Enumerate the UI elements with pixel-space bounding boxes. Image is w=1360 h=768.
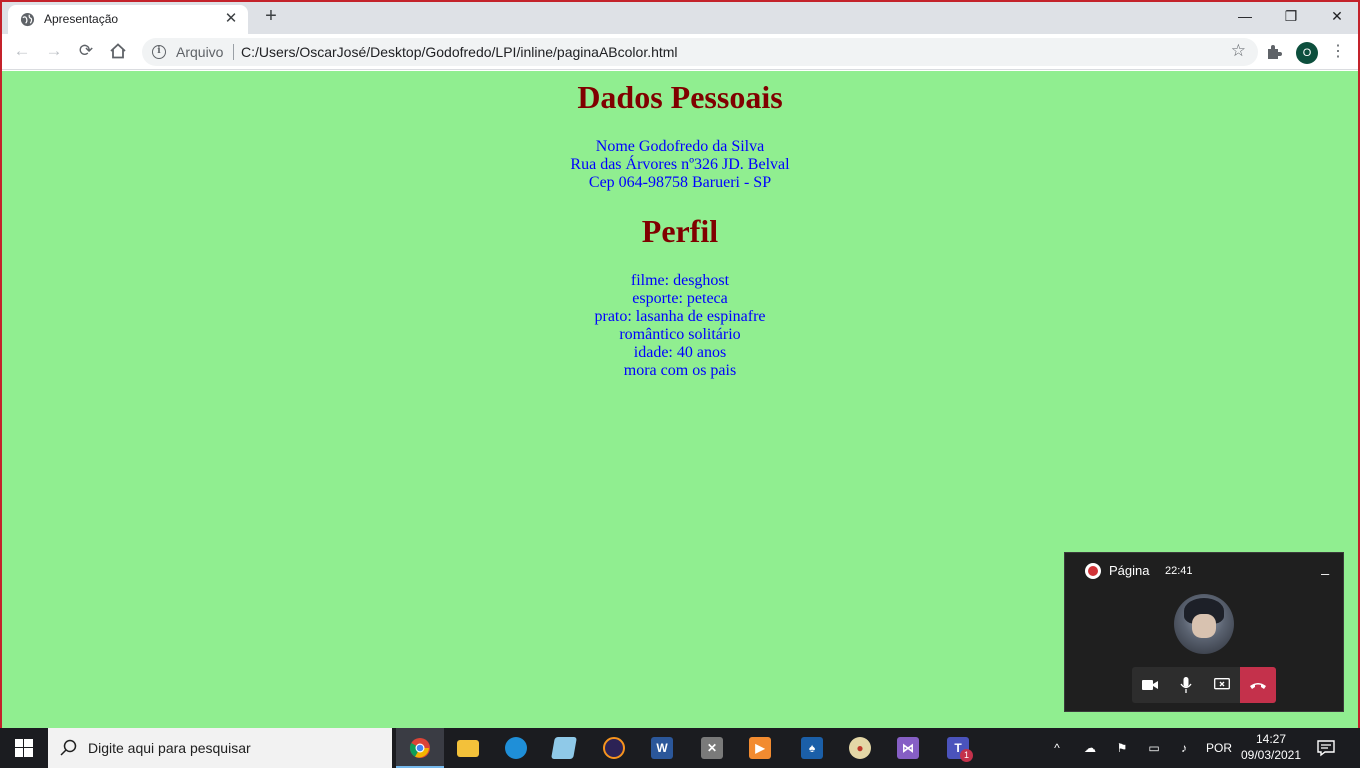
extensions-puzzle-icon[interactable] [1264,42,1284,62]
windows-logo-icon [15,739,33,757]
taskbar-word[interactable]: W [638,728,686,768]
onedrive-icon[interactable]: ☁ [1078,728,1102,768]
play-icon: ▶ [749,737,771,759]
palette-icon: ● [849,737,871,759]
volume-icon[interactable]: ♪ [1172,728,1196,768]
taskbar-eclipse[interactable] [590,728,638,768]
recording-icon [1085,563,1101,579]
taskbar-media-player[interactable]: ▶ [736,728,784,768]
reload-button[interactable]: ⟳ [72,37,100,65]
taskbar-file-explorer[interactable] [444,728,492,768]
start-button[interactable] [0,728,48,768]
system-clock[interactable]: 14:27 09/03/2021 [1240,731,1302,763]
taskbar-tools[interactable]: ✕ [688,728,736,768]
restore-button[interactable]: ❐ [1268,2,1314,32]
hang-up-button[interactable] [1240,667,1276,703]
tab-apresentacao[interactable]: Apresentação ✕ [8,5,248,34]
show-hidden-icons[interactable]: ^ [1046,728,1068,768]
folder-icon [457,740,479,757]
profile-item: idade: 40 anos [633,344,727,361]
eclipse-icon [603,737,625,759]
share-screen-button[interactable] [1204,667,1240,703]
security-label: Arquivo [176,44,224,60]
omnibox-separator [233,44,234,60]
camera-button[interactable] [1132,667,1168,703]
back-button[interactable]: ← [8,37,36,65]
visual-studio-icon: ⋈ [897,737,919,759]
forward-button[interactable]: → [40,37,68,65]
meeting-elapsed-time: 22:41 [1165,565,1193,577]
stop-share-icon [1214,678,1230,690]
taskbar-solitaire[interactable]: ♠ [788,728,836,768]
personal-name: Nome Godofredo da Silva [595,138,765,155]
meeting-title: Página [1109,563,1150,578]
notepad-icon [551,737,577,759]
network-icon[interactable]: ⚑ [1110,728,1134,768]
cards-icon: ♠ [801,737,823,759]
meeting-mini-window[interactable]: Página 22:41 _ [1064,552,1344,712]
profile-item: filme: desghost [630,272,730,289]
home-button[interactable] [104,37,132,65]
new-tab-button[interactable]: + [260,6,282,28]
search-placeholder: Digite aqui para pesquisar [88,740,251,756]
profile-item: romântico solitário [619,326,741,343]
info-icon[interactable]: i [152,45,166,59]
phone-hangup-icon [1250,683,1266,689]
profile-item: prato: lasanha de espinafre [594,308,766,325]
globe-icon [20,12,35,27]
participant-avatar [1174,594,1234,654]
tools-icon: ✕ [701,737,723,759]
language-indicator[interactable]: POR [1204,728,1234,768]
bookmark-star-icon[interactable]: ☆ [1231,41,1246,61]
url-text[interactable]: C:/Users/OscarJosé/Desktop/Godofredo/LPI… [241,44,678,60]
profile-item: mora com os pais [623,362,737,379]
clock-date: 09/03/2021 [1240,748,1302,762]
browser-toolbar: ← → ⟳ i Arquivo C:/Users/OscarJosé/Deskt… [2,34,1358,70]
avatar-face [1192,614,1216,638]
address-bar[interactable]: i Arquivo C:/Users/OscarJosé/Desktop/God… [142,38,1258,66]
edge-icon [505,737,527,759]
taskbar-teams[interactable]: T 1 [934,728,982,768]
profile-avatar[interactable]: O [1296,42,1318,64]
notification-icon[interactable] [1316,738,1336,758]
profile-item: esporte: peteca [632,290,728,307]
camera-icon [1142,680,1158,690]
chrome-icon [409,738,430,758]
word-icon: W [651,737,673,759]
clock-time: 14:27 [1255,732,1287,746]
teams-badge: 1 [960,749,973,762]
taskbar-app-notepad[interactable] [540,728,588,768]
kebab-menu-icon[interactable]: ⋮ [1330,42,1346,64]
tab-strip: Apresentação ✕ + — ❐ ✕ [2,2,1358,34]
taskbar-paint[interactable]: ● [836,728,884,768]
search-icon [60,739,77,756]
taskbar-search[interactable]: Digite aqui para pesquisar [48,728,392,768]
personal-address: Rua das Árvores nº326 JD. Belval [570,156,790,173]
minimize-meeting-icon[interactable]: _ [1321,559,1329,575]
heading-perfil: Perfil [641,213,719,249]
microphone-icon [1180,677,1192,693]
personal-cep: Cep 064-98758 Barueri - SP [588,174,772,191]
close-tab-icon[interactable]: ✕ [222,10,240,28]
minimize-button[interactable]: — [1222,2,1268,32]
heading-dados-pessoais: Dados Pessoais [577,79,783,115]
taskbar-chrome[interactable] [396,728,444,768]
close-window-button[interactable]: ✕ [1314,2,1358,32]
tab-title: Apresentação [44,12,119,26]
windows-taskbar: Digite aqui para pesquisar W ✕ ▶ ♠ ● ⋈ T [0,728,1360,768]
taskbar-visual-studio[interactable]: ⋈ [884,728,932,768]
microphone-button[interactable] [1168,667,1204,703]
home-icon [110,43,126,59]
taskbar-edge[interactable] [492,728,540,768]
battery-icon[interactable]: ▭ [1142,728,1166,768]
meeting-controls [1132,667,1276,703]
